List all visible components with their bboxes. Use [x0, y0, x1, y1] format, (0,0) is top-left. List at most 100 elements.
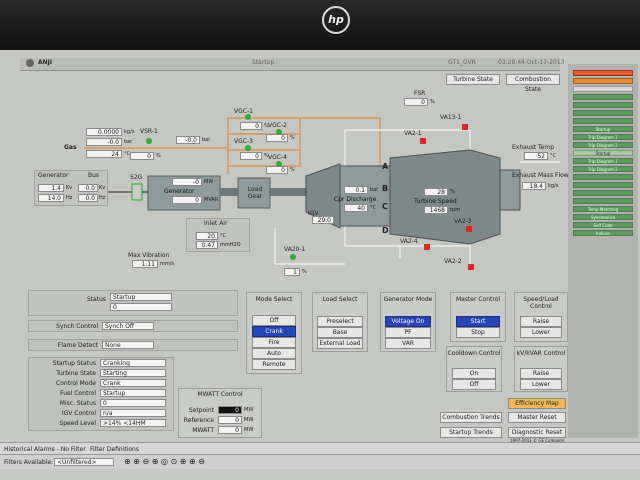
gen-pf-button[interactable]: PF — [385, 327, 431, 338]
mwatt-setpoint-unit: MW — [244, 407, 254, 413]
va13-valve-icon[interactable] — [462, 124, 468, 130]
kv-lower-button[interactable]: Lower — [520, 379, 562, 390]
sidebar-item-10[interactable] — [573, 174, 633, 180]
vgc3-value: 0 — [240, 152, 262, 160]
sidebar-item-indices[interactable]: Indices — [573, 230, 633, 236]
mwatt-reference-unit: MW — [244, 417, 254, 423]
sidebar-item-13[interactable] — [573, 198, 633, 204]
startup-trends-button[interactable]: Startup Trends — [440, 427, 502, 438]
kv-raise-button[interactable]: Raise — [520, 368, 562, 379]
va24-valve-icon[interactable] — [424, 244, 430, 250]
generator-mw-unit: MW — [204, 179, 214, 185]
sidebar-item-temp-matching[interactable]: Temp Matching — [573, 206, 633, 212]
mwatt-mwatt-unit: MW — [244, 427, 254, 433]
sidebar-item-12[interactable] — [573, 190, 633, 196]
flame-label: Flame Detect — [57, 342, 98, 349]
cpd-pressure-unit: bar — [370, 187, 379, 193]
gas-pressure-unit: bar — [124, 139, 133, 145]
sidebar-item-6[interactable] — [573, 118, 633, 124]
va23-valve-icon[interactable] — [466, 226, 472, 232]
status-value-2: 0 — [110, 303, 172, 311]
va20-valve-icon[interactable] — [290, 254, 296, 260]
filter-select[interactable]: <Unfiltered> — [54, 458, 114, 466]
vgc3-label: VGC-3 — [234, 138, 253, 145]
mwatt-setpoint-input[interactable]: 0 — [218, 406, 242, 414]
cpd-temp-value: 40 — [344, 204, 368, 212]
load-external-button[interactable]: External Load — [317, 338, 363, 349]
detail-label-control-mode: Control Mode — [56, 380, 96, 387]
speed-lower-button[interactable]: Lower — [520, 327, 562, 338]
detail-value-fuel-control: Startup — [100, 389, 166, 397]
exhaust-flow-label: Exhaust Mass Flow — [512, 172, 569, 179]
sidebar-item-7[interactable]: Startup — [573, 126, 633, 132]
historical-alarms-tab[interactable]: Historical Alarms - No Filter — [4, 446, 86, 453]
master-stop-button[interactable]: Stop — [456, 327, 500, 338]
sidebar-item-synchronize[interactable]: Synchronize — [573, 214, 633, 220]
va21-label: VA2-1 — [404, 130, 422, 137]
vgc4-unit: % — [290, 167, 295, 173]
efficiency-map-button[interactable]: Efficiency Map — [508, 398, 566, 409]
cpd-temp-unit: °C — [370, 205, 376, 211]
gen-voltage-on-button[interactable]: Voltage On — [385, 316, 431, 327]
sidebar-item-2[interactable] — [573, 86, 633, 92]
diagnostic-reset-button[interactable]: Diagnostic Reset — [508, 427, 566, 438]
bus-kv-unit: Kv — [99, 185, 106, 191]
generator-mw-value: -0 — [172, 178, 202, 186]
inlet-air-press-value: 0.47 — [196, 241, 218, 249]
sidebar-item-startup[interactable]: Startup — [573, 150, 633, 156]
bus-hz-value: 0.0 — [78, 194, 98, 202]
master-reset-button[interactable]: Master Reset — [508, 412, 566, 423]
sidebar-item-0[interactable] — [573, 70, 633, 76]
combustor-letter-a: A — [382, 162, 389, 171]
combustion-trends-button[interactable]: Combustion Trends — [440, 412, 502, 423]
vsr-valve-icon[interactable] — [146, 138, 152, 144]
toolbar-icons[interactable]: ⊕ ⊕ ⊖ ⊕ ◎ ⊙ ⊕ ⊕ ⊖ — [124, 457, 205, 466]
speed-raise-button[interactable]: Raise — [520, 316, 562, 327]
cooldown-off-button[interactable]: Off — [452, 379, 496, 390]
sidebar-item-4[interactable] — [573, 102, 633, 108]
cooldown-on-button[interactable]: On — [452, 368, 496, 379]
vgc3-valve-icon[interactable] — [245, 145, 251, 151]
combustor-letter-c: C — [382, 202, 388, 211]
sidebar-item-11[interactable] — [573, 182, 633, 188]
sidebar-item-5[interactable] — [573, 110, 633, 116]
va22-label: VA2-2 — [444, 258, 462, 265]
detail-label-startup-status: Startup Status — [52, 360, 96, 367]
sidebar-item-trip-diagram-1[interactable]: Trip Diagram 1 — [573, 158, 633, 164]
sidebar-item-3[interactable] — [573, 94, 633, 100]
load-preselect-button[interactable]: Preselect — [317, 316, 363, 327]
max-vibration-value: 1.11 — [132, 260, 158, 268]
detail-value-misc-status: 0 — [100, 399, 166, 407]
generator-mvar-value: 0 — [172, 196, 202, 204]
sidebar-item-self-code[interactable]: Self Code — [573, 222, 633, 228]
va20-value: 1 — [284, 268, 300, 276]
mode-crank-button[interactable]: Crank — [252, 326, 296, 337]
mode-fire-button[interactable]: Fire — [252, 337, 296, 348]
vgc2-label: VGC-2 — [268, 122, 287, 129]
mode-off-button[interactable]: Off — [252, 315, 296, 326]
exhaust-flow-unit: kg/s — [548, 183, 559, 189]
mode-auto-button[interactable]: Auto — [252, 348, 296, 359]
p2-unit: bar — [202, 137, 211, 143]
synch-label: Synch Control — [56, 323, 98, 330]
gas-flow-value: 0.0000 — [86, 128, 122, 136]
sidebar-item-8[interactable]: Trip Diagram 1 — [573, 134, 633, 140]
p2-value: -0.0 — [176, 136, 200, 144]
gas-label: Gas — [64, 144, 77, 151]
sidebar-item-1[interactable] — [573, 78, 633, 84]
load-base-button[interactable]: Base — [317, 327, 363, 338]
gen-mode-title: Generator Mode — [383, 296, 433, 303]
master-start-button[interactable]: Start — [456, 316, 500, 327]
gen-var-button[interactable]: VAR — [385, 338, 431, 349]
va21-valve-icon[interactable] — [420, 138, 426, 144]
generator-mvar-unit: MVAR — [204, 197, 219, 203]
mode-select-title: Mode Select — [255, 296, 293, 303]
filters-available-label: Filters Available: — [4, 459, 54, 466]
turbine-speed-pct-value: 28 — [424, 188, 448, 196]
mode-remote-button[interactable]: Remote — [252, 359, 296, 370]
vgc1-valve-icon[interactable] — [245, 114, 251, 120]
sidebar-item-9[interactable]: Trip Diagram 2 — [573, 142, 633, 148]
filter-definitions-tab[interactable]: Filter Definitions — [90, 446, 139, 453]
sidebar-item-trip-diagram-2[interactable]: Trip Diagram 2 — [573, 166, 633, 172]
va22-valve-icon[interactable] — [468, 264, 474, 270]
